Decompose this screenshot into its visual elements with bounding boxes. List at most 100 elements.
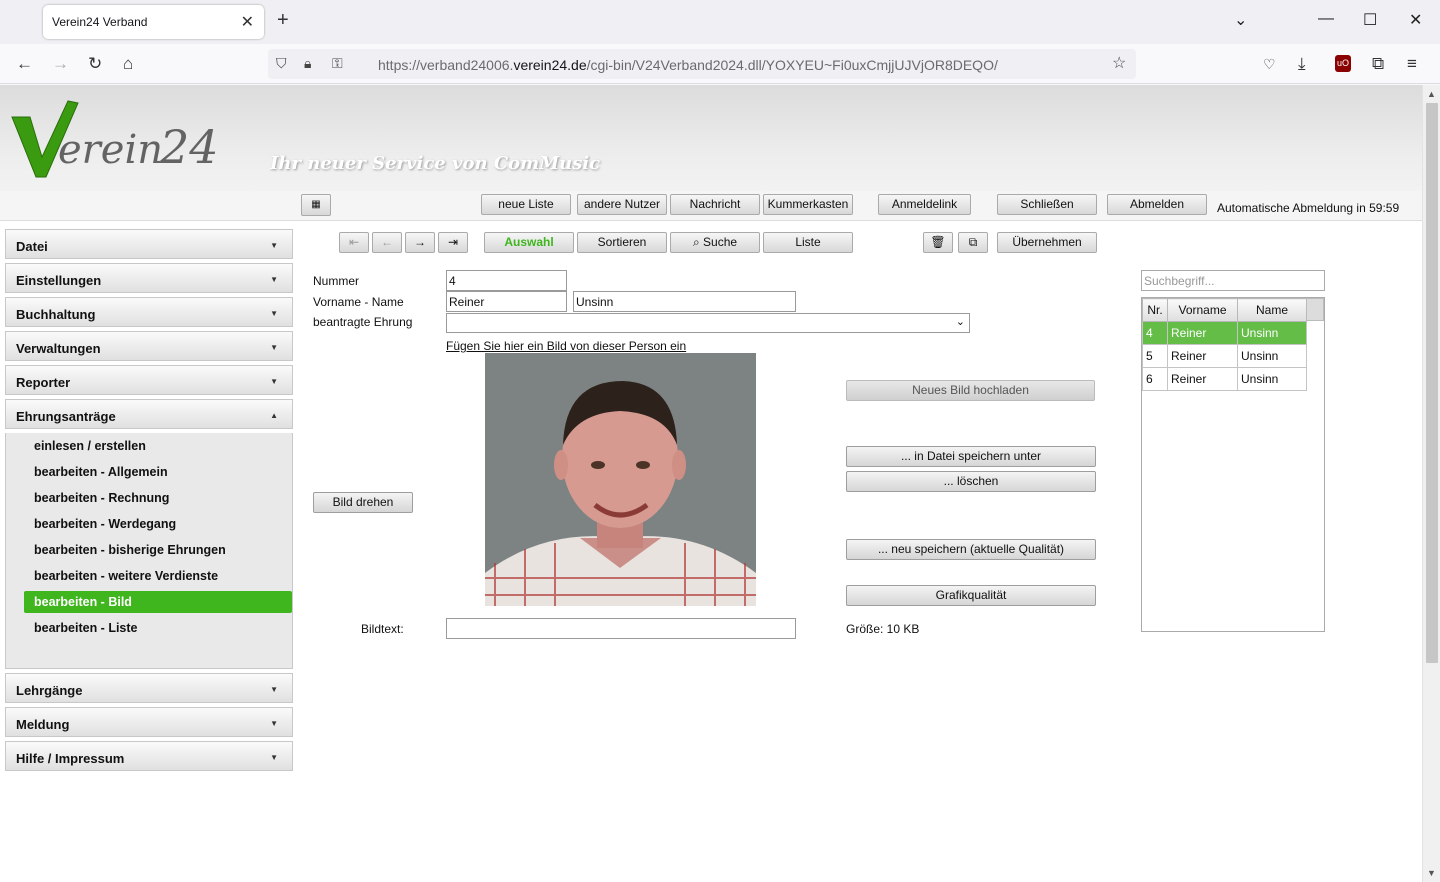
forward-icon[interactable]: → bbox=[52, 54, 69, 74]
ublock-icon[interactable]: uO bbox=[1335, 55, 1351, 72]
page-scrollbar[interactable]: ▲ ▼ bbox=[1422, 85, 1440, 882]
scroll-thumb[interactable] bbox=[1426, 103, 1438, 663]
ehrung-select[interactable]: ⌄ bbox=[446, 313, 970, 333]
close-button[interactable]: Schließen bbox=[997, 194, 1097, 215]
download-icon[interactable]: ⤓ bbox=[1298, 54, 1306, 74]
chevron-down-icon: ▼ bbox=[270, 275, 278, 284]
search-button[interactable]: ⌕ Suche bbox=[670, 232, 760, 253]
svg-text:erein: erein bbox=[58, 127, 163, 173]
sidebar-section-reporter[interactable]: Reporter ▼ bbox=[5, 365, 293, 395]
extensions-icon[interactable]: ⧉ bbox=[1372, 54, 1384, 74]
sidebar-item-einlesen[interactable]: einlesen / erstellen bbox=[24, 435, 292, 457]
table-row[interactable]: 5 Reiner Unsinn bbox=[1142, 344, 1307, 368]
list-button[interactable]: Liste bbox=[763, 232, 853, 253]
sidebar-section-ehrungsantraege[interactable]: Ehrungsanträge ▲ bbox=[5, 399, 293, 429]
column-header-vorname[interactable]: Vorname bbox=[1167, 298, 1238, 322]
browser-tab[interactable]: Verein24 Verband ✕ bbox=[43, 5, 264, 39]
image-size-text: Größe: 10 KB bbox=[846, 622, 920, 636]
chevron-down-icon: ▼ bbox=[270, 377, 278, 386]
browser-nav-bar: ← → ↻ ⌂ ⛉ 🔒︎ ⚿ https://verband24006.vere… bbox=[0, 44, 1440, 84]
top-toolbar: ▦ neue Liste andere Nutzer Nachricht Kum… bbox=[0, 191, 1422, 221]
other-users-button[interactable]: andere Nutzer bbox=[577, 194, 667, 215]
menu-icon[interactable]: ≡ bbox=[1407, 54, 1417, 74]
pocket-icon[interactable]: ♡ bbox=[1263, 56, 1276, 73]
chevron-down-icon: ▼ bbox=[270, 685, 278, 694]
home-icon[interactable]: ⌂ bbox=[123, 54, 133, 74]
trash-icon[interactable]: 🗑︎ bbox=[923, 232, 953, 253]
rotate-image-button[interactable]: Bild drehen bbox=[313, 492, 413, 513]
sidebar-item-werdegang[interactable]: bearbeiten - Werdegang bbox=[24, 513, 292, 535]
sidebar-section-verwaltungen[interactable]: Verwaltungen ▼ bbox=[5, 331, 293, 361]
menu-square-button[interactable]: ▦ bbox=[301, 194, 331, 216]
close-tab-icon[interactable]: ✕ bbox=[241, 12, 254, 32]
sidebar-section-datei[interactable]: Datei ▼ bbox=[5, 229, 293, 259]
shield-icon[interactable]: ⛉ bbox=[276, 55, 287, 72]
table-row[interactable]: 6 Reiner Unsinn bbox=[1142, 367, 1307, 391]
chevron-up-icon: ▲ bbox=[270, 411, 278, 420]
name-label: Vorname - Name bbox=[313, 295, 404, 309]
upload-image-button[interactable]: Neues Bild hochladen bbox=[846, 380, 1095, 401]
reload-icon[interactable]: ↻ bbox=[88, 54, 102, 74]
sidebar-section-einstellungen[interactable]: Einstellungen ▼ bbox=[5, 263, 293, 293]
nummer-field[interactable]: 4 bbox=[446, 270, 567, 291]
first-record-button[interactable]: ⇤ bbox=[339, 232, 369, 253]
search-icon: ⌕ bbox=[692, 235, 704, 249]
bookmark-star-icon[interactable]: ☆ bbox=[1112, 53, 1126, 73]
list-scrollbar[interactable] bbox=[1306, 298, 1324, 321]
vorname-field[interactable]: Reiner bbox=[446, 291, 567, 312]
sidebar-item-liste[interactable]: bearbeiten - Liste bbox=[24, 617, 292, 639]
apply-button[interactable]: Übernehmen bbox=[997, 232, 1097, 253]
url-bar[interactable]: ⛉ 🔒︎ ⚿ https://verband24006.verein24.de/… bbox=[268, 49, 1136, 79]
new-list-button[interactable]: neue Liste bbox=[481, 194, 571, 215]
sidebar-item-bisherige-ehrungen[interactable]: bearbeiten - bisherige Ehrungen bbox=[24, 539, 292, 561]
sidebar-section-buchhaltung[interactable]: Buchhaltung ▼ bbox=[5, 297, 293, 327]
login-link-button[interactable]: Anmeldelink bbox=[878, 194, 971, 215]
scroll-up-icon[interactable]: ▲ bbox=[1427, 89, 1436, 99]
chevron-down-icon: ▼ bbox=[270, 753, 278, 762]
svg-text:24: 24 bbox=[159, 120, 219, 174]
column-header-name[interactable]: Name bbox=[1237, 298, 1307, 322]
graphic-quality-button[interactable]: Grafikqualität bbox=[846, 585, 1096, 606]
chevron-down-icon: ▼ bbox=[270, 241, 278, 250]
tab-list-icon[interactable]: ⌄ bbox=[1234, 10, 1247, 30]
sidebar-item-bild[interactable]: bearbeiten - Bild bbox=[24, 591, 292, 613]
scroll-down-icon[interactable]: ▼ bbox=[1427, 868, 1436, 878]
record-list: Nr. Vorname Name 4 Reiner Unsinn 5 Reine… bbox=[1141, 297, 1325, 632]
lock-icon[interactable]: 🔒︎ bbox=[304, 55, 311, 72]
bildtext-field[interactable] bbox=[446, 618, 796, 639]
sidebar-section-meldung[interactable]: Meldung ▼ bbox=[5, 707, 293, 737]
save-as-button[interactable]: ... in Datei speichern unter bbox=[846, 446, 1096, 467]
back-icon[interactable]: ← bbox=[16, 54, 33, 74]
chevron-down-icon: ▼ bbox=[270, 719, 278, 728]
sidebar-item-rechnung[interactable]: bearbeiten - Rechnung bbox=[24, 487, 292, 509]
sidebar-item-allgemein[interactable]: bearbeiten - Allgemein bbox=[24, 461, 292, 483]
minimize-icon[interactable]: — bbox=[1318, 10, 1334, 28]
ehrung-label: beantragte Ehrung bbox=[313, 315, 413, 329]
table-row[interactable]: 4 Reiner Unsinn bbox=[1142, 321, 1307, 345]
complaint-box-button[interactable]: Kummerkasten bbox=[763, 194, 853, 215]
sidebar-item-weitere-verdienste[interactable]: bearbeiten - weitere Verdienste bbox=[24, 565, 292, 587]
new-tab-icon[interactable]: + bbox=[277, 9, 289, 32]
logout-button[interactable]: Abmelden bbox=[1107, 194, 1207, 215]
column-header-nr[interactable]: Nr. bbox=[1142, 298, 1168, 322]
prev-record-button[interactable]: ← bbox=[372, 232, 402, 253]
selection-button[interactable]: Auswahl bbox=[484, 232, 574, 253]
sidebar-section-lehrgaenge[interactable]: Lehrgänge ▼ bbox=[5, 673, 293, 703]
message-button[interactable]: Nachricht bbox=[670, 194, 760, 215]
last-record-button[interactable]: ⇥ bbox=[438, 232, 468, 253]
nachname-field[interactable]: Unsinn bbox=[573, 291, 796, 312]
banner: erein 24 Ihr neuer Service von ComMusic bbox=[0, 85, 1422, 191]
nummer-label: Nummer bbox=[313, 274, 360, 288]
delete-image-button[interactable]: ... löschen bbox=[846, 471, 1096, 492]
resave-button[interactable]: ... neu speichern (aktuelle Qualität) bbox=[846, 539, 1096, 560]
sidebar-section-hilfe[interactable]: Hilfe / Impressum ▼ bbox=[5, 741, 293, 771]
sort-button[interactable]: Sortieren bbox=[577, 232, 667, 253]
bildtext-label: Bildtext: bbox=[361, 622, 404, 636]
copy-icon[interactable]: ⧉ bbox=[958, 232, 988, 253]
next-record-button[interactable]: → bbox=[405, 232, 435, 253]
add-image-link[interactable]: Fügen Sie hier ein Bild von dieser Perso… bbox=[446, 339, 686, 353]
permissions-icon[interactable]: ⚿ bbox=[332, 55, 343, 72]
search-input[interactable]: Suchbegriff... bbox=[1141, 270, 1325, 291]
close-window-icon[interactable]: ✕ bbox=[1409, 10, 1422, 30]
maximize-icon[interactable]: ☐ bbox=[1363, 10, 1377, 30]
